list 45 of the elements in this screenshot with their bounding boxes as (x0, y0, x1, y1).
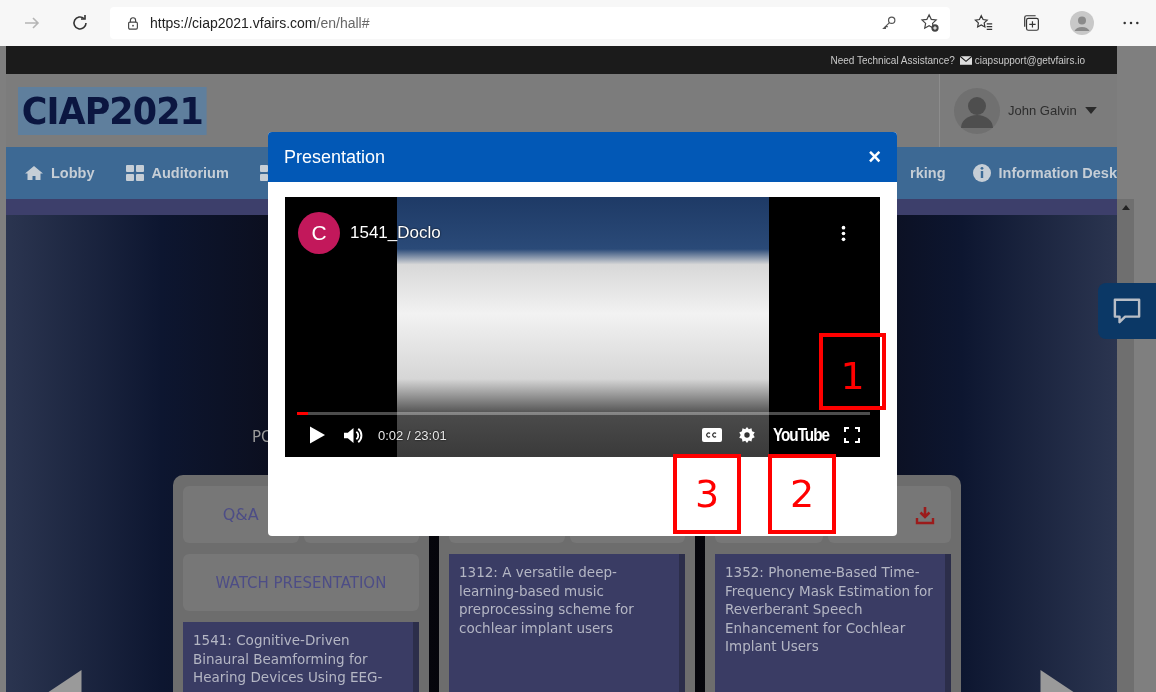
scroll-up-icon[interactable] (1121, 205, 1130, 210)
star-add-icon[interactable] (920, 13, 940, 33)
key-icon[interactable] (880, 14, 898, 32)
address-field[interactable]: https://ciap2021.vfairs.com/en/hall# (110, 7, 950, 39)
fullscreen-icon[interactable] (844, 427, 860, 443)
youtube-logo[interactable]: YouTube (773, 424, 830, 446)
user-avatar-icon (954, 87, 1000, 134)
profile-avatar-icon[interactable] (1070, 11, 1094, 35)
home-icon (24, 163, 44, 183)
more-vertical-icon[interactable] (841, 224, 846, 242)
presentation-title[interactable]: 1352: Phoneme-Based Time-Frequency Mask Estimation for Reverberant Speech Enhancement for Cochlear Implant Users (715, 554, 951, 692)
dialog-title: Presentation (284, 146, 386, 168)
info-icon (971, 163, 992, 183)
user-menu[interactable]: John Galvin (939, 74, 1117, 147)
volume-icon[interactable] (343, 425, 364, 445)
favorites-icon[interactable] (974, 13, 994, 33)
collections-icon[interactable] (1022, 13, 1042, 33)
channel-avatar[interactable]: C (298, 212, 340, 254)
video-title[interactable]: 1541_Doclo (350, 223, 441, 243)
reload-icon[interactable] (70, 13, 90, 33)
grid-icon (124, 163, 145, 183)
caret-icon (1084, 107, 1097, 114)
lock-icon (126, 16, 140, 30)
nav-link[interactable]: rking (910, 165, 946, 181)
annotation-marker: 1 (819, 333, 886, 410)
nav-link[interactable]: Lobby (24, 163, 95, 183)
play-icon[interactable] (310, 426, 325, 444)
settings-icon[interactable] (738, 426, 757, 444)
nav-link[interactable]: Auditorium (124, 163, 229, 183)
annotation-marker: 2 (768, 454, 836, 534)
progress-track[interactable] (297, 412, 870, 415)
email-link[interactable]: ciapsupport@getvfairs.io (974, 54, 1085, 66)
help-text: Need Technical Assistance? (830, 54, 955, 66)
nav-link[interactable]: Information Desk (971, 163, 1117, 183)
mail-icon (959, 55, 972, 65)
chat-button[interactable] (1098, 283, 1156, 339)
captions-icon[interactable] (702, 428, 723, 442)
download-icon (915, 504, 935, 525)
annotation-marker: 3 (673, 454, 741, 534)
presentation-title[interactable]: 1541: Cognitive-Driven Binaural Beamforming for Hearing Devices Using EEG- (183, 622, 419, 692)
close-button[interactable]: × (868, 144, 881, 170)
presentation-title[interactable]: 1312: A versatile deep-learning-based music preprocessing scheme for cochlear implant users (449, 554, 685, 692)
video-time: 0:02 / 23:01 (378, 427, 447, 443)
site-logo[interactable]: CIAP2021 (18, 86, 207, 135)
chat-icon (1111, 297, 1143, 325)
